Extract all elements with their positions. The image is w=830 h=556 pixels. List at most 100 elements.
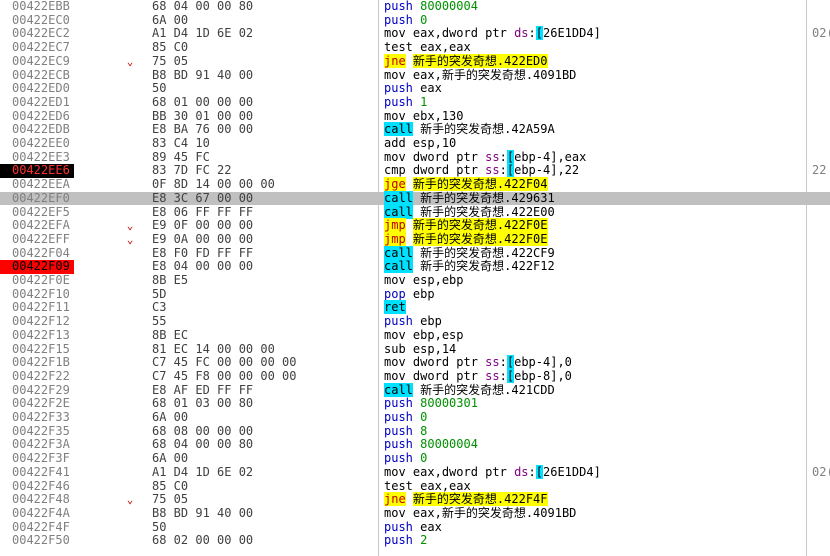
disasm-row[interactable]: 00422F4F 50 push eax bbox=[0, 520, 830, 535]
disasm-row[interactable]: 00422F10 5D pop ebp bbox=[0, 286, 830, 302]
disasm-row[interactable]: 00422F1B C7 45 FC 00 00 00 00 mov dword pt… bbox=[0, 355, 830, 370]
operands: 新手的突发奇想.422F12 bbox=[420, 259, 555, 274]
address-cell[interactable]: 00422F50 bbox=[0, 534, 74, 548]
disasm-row[interactable]: 00422ED1 68 01 00 00 00 push 1 bbox=[0, 95, 830, 110]
address-cell[interactable]: 00422EEA bbox=[0, 177, 74, 192]
address-cell[interactable]: 00422F22 bbox=[0, 369, 74, 384]
disasm-row[interactable]: 00422F29 E8 AF ED FF FF call 新手的突发奇想.421CD… bbox=[0, 382, 830, 398]
operands: 0 bbox=[420, 410, 428, 424]
address-cell[interactable]: 00422EDB bbox=[0, 123, 74, 137]
disasm-row[interactable]: 00422F11 C3 ret bbox=[0, 300, 830, 315]
address-cell[interactable]: 00422EE6 bbox=[0, 164, 74, 179]
address-cell[interactable]: 00422EF0 bbox=[0, 191, 74, 206]
address-cell[interactable]: 00422F3F bbox=[0, 451, 74, 466]
operands: 新手的突发奇想.422F0E bbox=[412, 218, 548, 233]
instruction-cell: push 0 bbox=[384, 410, 428, 425]
disasm-row[interactable]: 00422ED0 50 push eax bbox=[0, 81, 830, 96]
disasm-row[interactable]: 00422F13 8B EC mov ebp,esp bbox=[0, 328, 830, 343]
disasm-row[interactable]: 00422EC9 ⌄ 75 05 jne 新手的突发奇想.422ED0 bbox=[0, 53, 830, 69]
operands: eax bbox=[420, 81, 442, 96]
disasm-row[interactable]: 00422F2E 68 01 03 00 80 push 80000301 bbox=[0, 396, 830, 411]
disasm-row[interactable]: 00422EE0 83 C4 10 add esp,10 bbox=[0, 136, 830, 151]
jump-arrow-icon: ⌄ bbox=[126, 219, 134, 233]
disasm-row[interactable]: 00422F12 55 push ebp bbox=[0, 314, 830, 329]
disasm-row[interactable]: 00422F22 C7 45 F8 00 00 00 00 mov dword pt… bbox=[0, 368, 830, 384]
address-cell[interactable]: 00422EE3 bbox=[0, 150, 74, 165]
bytes-cell: 85 C0 bbox=[152, 40, 189, 55]
disasm-row[interactable]: 00422F09 E8 04 00 00 00 call 新手的突发奇想.422F1… bbox=[0, 259, 830, 274]
address-cell[interactable]: 00422EC7 bbox=[0, 40, 74, 55]
address-cell[interactable]: 00422EC9 bbox=[0, 54, 74, 69]
disasm-row[interactable]: 00422ECB B8 BD 91 40 00 mov eax,新手的突发奇想.40… bbox=[0, 68, 830, 83]
mnemonic: add bbox=[384, 136, 406, 150]
disasm-row[interactable]: 00422EE3 89 45 FC mov dword ptr ss:[ebp-4]… bbox=[0, 149, 830, 165]
address-cell[interactable]: 00422F12 bbox=[0, 314, 74, 329]
address-cell[interactable]: 00422F35 bbox=[0, 424, 74, 439]
disasm-row[interactable]: 00422F35 68 08 00 00 00 push 8 bbox=[0, 424, 830, 439]
disasm-row[interactable]: 00422EFF ⌄ E9 0A 00 00 00 jmp 新手的突发奇想.422F0… bbox=[0, 231, 830, 247]
address-cell[interactable]: 00422ED6 bbox=[0, 109, 74, 124]
address-cell[interactable]: 00422EC2 bbox=[0, 27, 74, 41]
bytes-cell: E8 04 00 00 00 bbox=[152, 259, 254, 274]
disasm-row[interactable]: 00422EDB E8 BA 76 00 00 call 新手的突发奇想.42A59… bbox=[0, 122, 830, 137]
comment-cell: 22 bbox=[812, 163, 827, 178]
address-cell[interactable]: 00422F29 bbox=[0, 383, 74, 398]
disasm-row[interactable]: 00422F3F 6A 00 push 0 bbox=[0, 451, 830, 466]
address-cell[interactable]: 00422ED1 bbox=[0, 95, 74, 110]
disasm-row[interactable]: 00422EC0 6A 00 push 0 bbox=[0, 12, 830, 28]
address-cell[interactable]: 00422F0E bbox=[0, 273, 74, 288]
disasm-row[interactable]: 00422F41 A1 D4 1D 6E 02 mov eax,dword ptr … bbox=[0, 464, 830, 480]
address-cell[interactable]: 00422F09 bbox=[0, 260, 74, 274]
disasm-row[interactable]: 00422EF0 E8 3C 67 00 00 call 新手的突发奇想.42963… bbox=[0, 190, 830, 206]
address-cell[interactable]: 00422F04 bbox=[0, 246, 74, 261]
disasm-row[interactable]: 00422EEA 0F 8D 14 00 00 00 jge 新手的突发奇想.422… bbox=[0, 177, 830, 192]
address-cell[interactable]: 00422F4A bbox=[0, 506, 74, 521]
address-cell[interactable]: 00422EC0 bbox=[0, 13, 74, 28]
address-cell[interactable]: 00422ED0 bbox=[0, 81, 74, 96]
address-cell[interactable]: 00422F41 bbox=[0, 465, 74, 480]
disasm-row[interactable]: 00422F48 ⌄ 75 05 jne 新手的突发奇想.422F4F bbox=[0, 492, 830, 507]
bytes-cell: 75 05 bbox=[152, 492, 189, 507]
disasm-row[interactable]: 00422F0E 8B E5 mov esp,ebp bbox=[0, 273, 830, 288]
mnemonic: call bbox=[384, 259, 413, 274]
address-cell[interactable]: 00422F1B bbox=[0, 355, 74, 370]
instruction-cell: push 2 bbox=[384, 533, 427, 548]
disasm-row[interactable]: 00422EFA ⌄ E9 0F 00 00 00 jmp 新手的突发奇想.422F0… bbox=[0, 218, 830, 233]
address-cell[interactable]: 00422F13 bbox=[0, 328, 74, 343]
address-cell[interactable]: 00422F33 bbox=[0, 410, 74, 425]
address-cell[interactable]: 00422F3A bbox=[0, 438, 74, 452]
address-cell[interactable]: 00422EFF bbox=[0, 232, 74, 247]
mnemonic: pop bbox=[384, 286, 406, 301]
bytes-cell: 75 05 bbox=[152, 53, 189, 68]
disasm-row[interactable]: 00422EC2 A1 D4 1D 6E 02 mov eax,dword ptr … bbox=[0, 26, 830, 41]
disasm-row[interactable]: 00422F15 81 EC 14 00 00 00 sub esp,14 bbox=[0, 342, 830, 357]
disasm-row[interactable]: 00422EBB 68 04 00 00 80 push 80000004 bbox=[0, 0, 830, 14]
address-cell[interactable]: 00422EE0 bbox=[0, 136, 74, 151]
address-cell[interactable]: 00422EFA bbox=[0, 218, 74, 233]
instruction-cell: push ebp bbox=[384, 314, 442, 329]
instruction-cell: add esp,10 bbox=[384, 136, 456, 151]
disasm-row[interactable]: 00422EC7 85 C0 test eax,eax bbox=[0, 40, 830, 55]
instruction-cell: call 新手的突发奇想.421CDD bbox=[384, 382, 555, 398]
mnemonic: push bbox=[384, 451, 413, 466]
disasm-row[interactable]: 00422F4A B8 BD 91 40 00 mov eax,新手的突发奇想.40… bbox=[0, 506, 830, 521]
address-cell[interactable]: 00422EBB bbox=[0, 0, 74, 14]
address-cell[interactable]: 00422F11 bbox=[0, 301, 74, 315]
bytes-cell: A1 D4 1D 6E 02 bbox=[152, 464, 254, 479]
address-cell[interactable]: 00422F48 bbox=[0, 492, 74, 507]
operands: 0 bbox=[420, 12, 428, 27]
address-cell[interactable]: 00422ECB bbox=[0, 68, 74, 83]
disasm-row[interactable]: 00422F3A 68 04 00 00 80 push 80000004 bbox=[0, 438, 830, 452]
address-cell[interactable]: 00422F4F bbox=[0, 520, 74, 535]
disassembly-view[interactable]: 00422EBB 68 04 00 00 80 push 80000004 00422… bbox=[0, 0, 830, 556]
address-cell[interactable]: 00422F15 bbox=[0, 342, 74, 357]
address-cell[interactable]: 00422EF5 bbox=[0, 205, 74, 220]
disasm-row[interactable]: 00422F33 6A 00 push 0 bbox=[0, 410, 830, 425]
disasm-row[interactable]: 00422F50 68 02 00 00 00 push 2 bbox=[0, 533, 830, 548]
address-cell[interactable]: 00422F10 bbox=[0, 287, 74, 302]
operands: dword ptr ss:[ebp-4],eax bbox=[412, 149, 587, 164]
instruction-cell: jmp 新手的突发奇想.422F0E bbox=[384, 218, 548, 233]
address-cell[interactable]: 00422F46 bbox=[0, 479, 74, 494]
address-cell[interactable]: 00422F2E bbox=[0, 397, 74, 411]
instruction-cell: call 新手的突发奇想.422F12 bbox=[384, 259, 555, 274]
